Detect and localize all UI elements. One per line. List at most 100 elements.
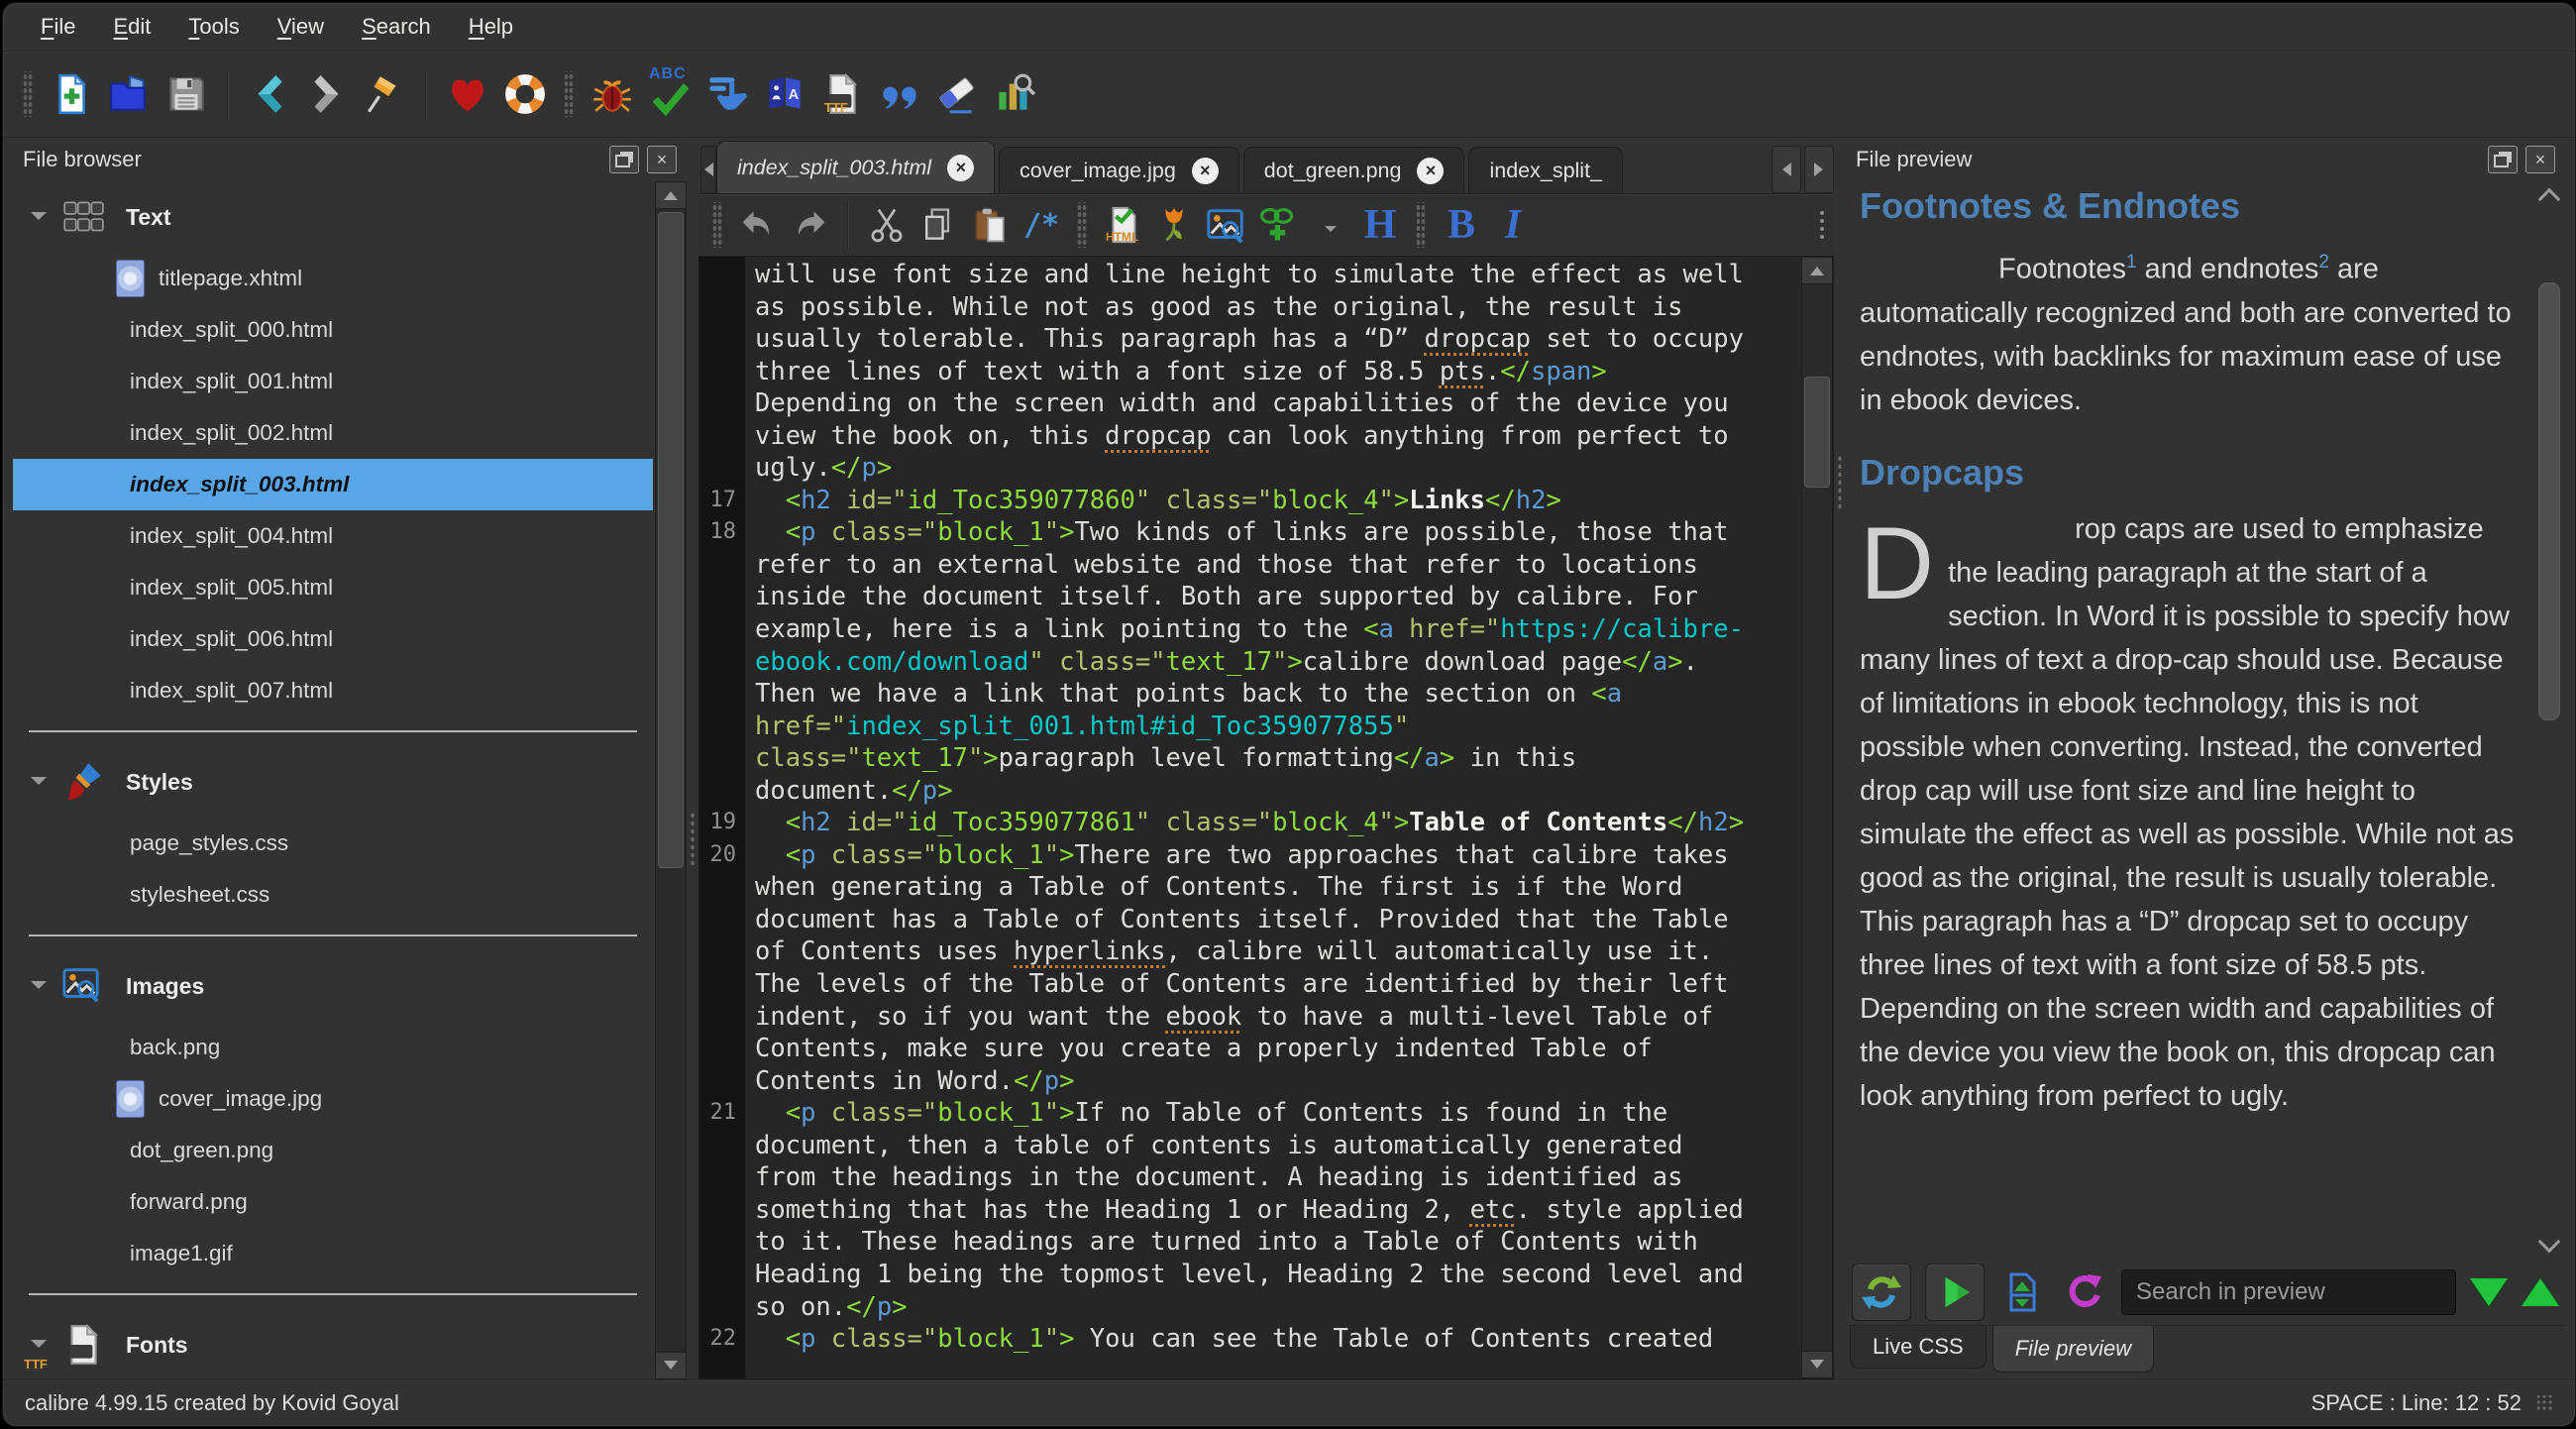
resize-grip[interactable] — [2537, 1395, 2553, 1411]
file-item[interactable]: index_split_007.html — [13, 665, 653, 716]
code-area[interactable]: will use font size and line height to si… — [699, 259, 1803, 1378]
section-styles[interactable]: Styles — [13, 746, 653, 818]
scrollbar-thumb[interactable] — [2538, 282, 2560, 720]
find-next-button[interactable] — [2470, 1278, 2508, 1306]
collapse-arrow-icon[interactable] — [31, 981, 47, 997]
tab-index_split_003-html[interactable]: index_split_003.html × — [716, 141, 996, 193]
file-item[interactable]: titlepage.xhtml — [13, 253, 653, 304]
float-panel-button[interactable] — [609, 146, 639, 173]
file-item[interactable]: page_styles.css — [13, 818, 653, 869]
editor-scrollbar[interactable] — [1801, 257, 1833, 1378]
paste-button[interactable] — [964, 199, 1016, 251]
footnote-marker-1[interactable]: 1 — [2126, 252, 2137, 273]
scrollbar-thumb[interactable] — [658, 212, 684, 868]
find-previous-button[interactable] — [2522, 1278, 2559, 1306]
toolbar-grip[interactable] — [564, 71, 574, 117]
menu-search[interactable]: Search — [346, 10, 447, 44]
tab-index_split_[interactable]: index_split_ — [1468, 147, 1624, 193]
pin-button[interactable] — [356, 65, 413, 123]
file-item[interactable]: back.png — [13, 1022, 653, 1073]
copy-button[interactable] — [912, 199, 964, 251]
insert-comment-button[interactable]: /* — [1016, 199, 1067, 251]
arrange-files-book-button[interactable]: A — [756, 65, 813, 123]
go-forward-button[interactable] — [298, 65, 356, 123]
menu-edit[interactable]: Edit — [97, 10, 166, 44]
undo-button[interactable] — [732, 199, 784, 251]
close-panel-button[interactable]: × — [647, 146, 677, 173]
scrollbar-thumb[interactable] — [1804, 377, 1830, 488]
toolbar-grip[interactable] — [712, 202, 722, 248]
insert-tag-button[interactable] — [1303, 199, 1354, 251]
scroll-down-chevron[interactable] — [2537, 1230, 2561, 1254]
file-item[interactable]: index_split_003.html — [13, 459, 653, 510]
help-lifebuoy-button[interactable] — [496, 65, 554, 123]
file-item[interactable]: index_split_001.html — [13, 356, 653, 407]
check-book-bug-button[interactable] — [584, 65, 641, 123]
spell-check-abc-button[interactable]: ABC — [641, 65, 698, 123]
file-item[interactable]: cover_image.jpg — [13, 1073, 653, 1125]
file-item[interactable]: index_split_006.html — [13, 613, 653, 665]
embed-fonts-ttf-button[interactable]: TTF — [813, 65, 871, 123]
file-item[interactable]: dot_green.png — [13, 1125, 653, 1176]
refresh-preview-button[interactable] — [1852, 1264, 1911, 1321]
close-panel-button[interactable]: × — [2525, 146, 2555, 173]
donate-heart-button[interactable] — [439, 65, 496, 123]
bottom-tab-live-css[interactable]: Live CSS — [1850, 1326, 1986, 1369]
italic-button[interactable]: I — [1487, 199, 1539, 251]
redo-button[interactable] — [784, 199, 835, 251]
tab-cover_image-jpg[interactable]: cover_image.jpg × — [999, 147, 1239, 193]
editor-preview-splitter[interactable] — [1834, 138, 1846, 1379]
bottom-tab-file-preview[interactable]: File preview — [1991, 1326, 2155, 1373]
tab-scroll-left-edge[interactable] — [700, 146, 716, 193]
new-file-button[interactable] — [43, 65, 100, 123]
footnote-marker-2[interactable]: 2 — [2318, 252, 2329, 273]
open-ebook-button[interactable] — [100, 65, 158, 123]
tab-scroll-left-button[interactable] — [1771, 146, 1801, 193]
insert-hyperlink-button[interactable] — [1251, 199, 1303, 251]
collapse-arrow-icon[interactable] — [31, 212, 47, 228]
scroll-up-chevron[interactable] — [2537, 187, 2561, 211]
collapse-arrow-icon[interactable] — [31, 777, 47, 793]
file-item[interactable]: image1.gif — [13, 1228, 653, 1279]
file-item[interactable]: index_split_000.html — [13, 304, 653, 356]
scroll-down-button[interactable] — [656, 1352, 686, 1378]
scroll-down-button[interactable] — [1802, 1351, 1832, 1377]
menu-help[interactable]: Help — [453, 10, 529, 44]
insert-special-char-tulip-button[interactable] — [1148, 199, 1200, 251]
heading-style-button[interactable]: H — [1354, 199, 1406, 251]
toolbar-overflow-button[interactable] — [1820, 211, 1824, 239]
search-in-preview-input[interactable] — [2121, 1269, 2456, 1315]
menu-file[interactable]: File — [25, 10, 91, 44]
insert-image-button[interactable] — [1200, 199, 1251, 251]
beautify-html-button[interactable]: HTML — [1097, 199, 1148, 251]
menu-tools[interactable]: Tools — [172, 10, 255, 44]
preview-scrollbar[interactable] — [2535, 183, 2563, 1258]
file-item[interactable]: index_split_004.html — [13, 510, 653, 562]
scroll-up-button[interactable] — [1802, 258, 1832, 284]
remove-unused-css-eraser-button[interactable] — [928, 65, 986, 123]
go-back-button[interactable] — [241, 65, 298, 123]
run-preview-button[interactable] — [1925, 1264, 1985, 1321]
toolbar-grip[interactable] — [1077, 202, 1087, 248]
code-editor[interactable]: will use font size and line height to si… — [698, 256, 1834, 1379]
section-text[interactable]: Text — [13, 181, 653, 253]
tab-close-icon[interactable]: × — [1191, 157, 1219, 184]
save-button[interactable] — [158, 65, 215, 123]
file-item[interactable]: stylesheet.css — [13, 869, 653, 921]
tab-scroll-right-button[interactable] — [1804, 146, 1834, 193]
fix-html-hand-button[interactable] — [698, 65, 756, 123]
scroll-up-button[interactable] — [656, 182, 686, 209]
section-fonts[interactable]: TTF Fonts — [13, 1309, 653, 1379]
sync-file-button[interactable] — [1998, 1268, 2046, 1316]
cut-button[interactable] — [861, 199, 912, 251]
reload-preview-button[interactable] — [2060, 1268, 2107, 1316]
reports-chart-button[interactable] — [986, 65, 1043, 123]
smarten-punctuation-quotes-button[interactable] — [871, 65, 928, 123]
section-images[interactable]: Images — [13, 950, 653, 1022]
tab-close-icon[interactable]: × — [947, 154, 975, 181]
collapse-arrow-icon[interactable] — [31, 1340, 47, 1356]
toolbar-grip[interactable] — [23, 71, 33, 117]
tab-dot_green-png[interactable]: dot_green.png × — [1242, 147, 1465, 193]
file-browser-scrollbar[interactable] — [655, 181, 687, 1379]
float-panel-button[interactable] — [2488, 146, 2518, 173]
